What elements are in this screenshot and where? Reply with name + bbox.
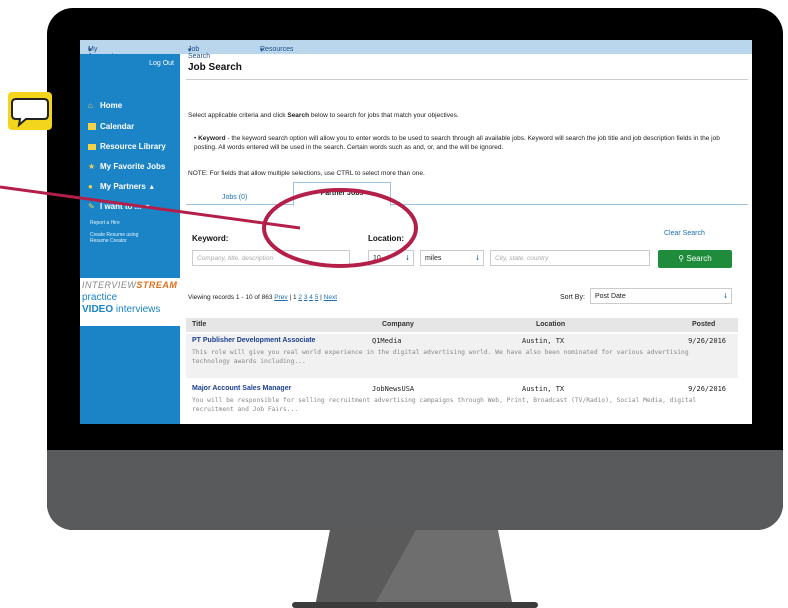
job-title-link[interactable]: PT Publisher Development Associate	[192, 337, 315, 344]
search-icon: ⚲	[678, 254, 685, 263]
stream-video-text: VIDEO interviews	[82, 304, 161, 315]
monitor-stand	[316, 530, 512, 602]
chevron-down-icon: ▾	[260, 47, 264, 54]
tab-jobs[interactable]: Jobs (0)	[222, 194, 247, 201]
chevron-down-icon: 🠗	[723, 293, 727, 300]
chevron-down-icon: ▾	[188, 47, 192, 54]
main-content: Job Search Select applicable criteria an…	[180, 54, 752, 424]
sidebar-subitem-report-hire[interactable]: Report a Hire	[90, 220, 120, 226]
sidebar-item-i-want-to[interactable]: ✎ I want to ... ▾	[88, 202, 149, 211]
monitor-foot	[292, 602, 538, 608]
page-link-5[interactable]: 5	[315, 294, 319, 301]
job-company: Q1Media	[372, 337, 402, 345]
sidebar-item-favorite-jobs[interactable]: ★ My Favorite Jobs	[88, 162, 165, 171]
keyword-help: • Keyword - the keyword search option wi…	[194, 135, 720, 151]
col-company[interactable]: Company	[382, 321, 414, 328]
page-title: Job Search	[188, 62, 242, 73]
sidebar-subitem-resume-creator[interactable]: Create Resume using Resume Creator	[90, 232, 138, 244]
sort-select[interactable]: Post Date 🠗	[590, 288, 732, 304]
col-posted[interactable]: Posted	[692, 321, 715, 328]
interview-stream-logo: INTERVIEWSTREAM	[82, 280, 178, 290]
interview-stream-banner[interactable]: INTERVIEWSTREAM practice VIDEO interview…	[80, 278, 180, 326]
sort-label: Sort By:	[560, 294, 585, 301]
tab-partner-jobs[interactable]: Partner Jobs	[293, 182, 391, 207]
job-description: This role will give you real world exper…	[192, 349, 689, 365]
logout-link[interactable]: Log Out	[149, 60, 174, 67]
table-header: Title Company Location Posted	[186, 318, 738, 332]
screen: My Account ▾ Job Search ▾ Resources ▾ Lo…	[80, 40, 752, 424]
job-location: Austin, TX	[522, 337, 565, 345]
unit-select[interactable]: miles 🠗	[420, 250, 484, 266]
search-button[interactable]: ⚲ Search	[658, 250, 732, 268]
clear-search-link[interactable]: Clear Search	[664, 230, 705, 237]
page-current: 1	[292, 294, 297, 301]
job-description: You will be responsible for selling recr…	[192, 397, 697, 413]
chevron-up-icon: ▴	[149, 182, 154, 191]
sidebar-item-resource-library[interactable]: Resource Library	[88, 142, 166, 151]
prev-link[interactable]: Prev	[274, 294, 287, 301]
top-nav: My Account ▾ Job Search ▾ Resources ▾	[80, 40, 752, 60]
chevron-down-icon: ▾	[88, 47, 92, 54]
sidebar: Log Out ⌂ Home Calendar Resource Library…	[80, 54, 180, 424]
keyword-input[interactable]: Company, title, description	[192, 250, 350, 266]
folder-icon	[88, 143, 96, 150]
chevron-down-icon: 🠗	[475, 255, 479, 262]
home-icon: ⌂	[88, 100, 93, 110]
job-location: Austin, TX	[522, 385, 565, 393]
stream-practice-text: practice	[82, 292, 118, 303]
job-posted: 9/26/2016	[688, 385, 726, 393]
sidebar-item-calendar[interactable]: Calendar	[88, 122, 134, 131]
job-company: JobNewsUSA	[372, 385, 415, 393]
chevron-down-icon: 🠗	[405, 255, 409, 262]
calendar-icon	[88, 123, 96, 130]
note-text: NOTE: For fields that allow multiple sel…	[188, 170, 425, 177]
job-posted: 9/26/2016	[688, 337, 726, 345]
monitor-bezel	[47, 420, 783, 450]
speech-bubble-icon	[11, 98, 49, 128]
records-count: Viewing records 1 - 10 of 863 Prev | 1 2…	[188, 294, 338, 301]
star-icon: ★	[88, 161, 96, 171]
tabs-divider	[186, 204, 748, 205]
sidebar-item-home[interactable]: ⌂ Home	[88, 101, 122, 110]
table-row[interactable]: PT Publisher Development Associate Q1Med…	[186, 334, 738, 378]
chevron-down-icon: ▾	[145, 202, 150, 211]
keyword-label: Keyword:	[192, 234, 229, 243]
job-title-link[interactable]: Major Account Sales Manager	[192, 385, 291, 392]
page-link-4[interactable]: 4	[309, 294, 313, 301]
col-title[interactable]: Title	[192, 321, 206, 328]
table-row[interactable]: Major Account Sales Manager JobNewsUSA A…	[186, 382, 738, 424]
col-location[interactable]: Location	[536, 321, 565, 328]
next-link[interactable]: Next	[324, 294, 337, 301]
speech-bubble-callout	[8, 92, 52, 130]
distance-select[interactable]: 10 🠗	[368, 250, 414, 266]
tools-icon: ✎	[88, 201, 95, 211]
sidebar-item-my-partners[interactable]: ● My Partners ▴	[88, 182, 154, 191]
location-label: Location:	[368, 234, 404, 243]
person-icon: ●	[88, 181, 93, 191]
divider	[186, 79, 748, 80]
monitor-chin	[47, 450, 783, 530]
instructions: Select applicable criteria and click Sea…	[188, 112, 459, 119]
location-input[interactable]: City, state, country	[490, 250, 650, 266]
page-link-3[interactable]: 3	[304, 294, 308, 301]
page-link-2[interactable]: 2	[298, 294, 302, 301]
